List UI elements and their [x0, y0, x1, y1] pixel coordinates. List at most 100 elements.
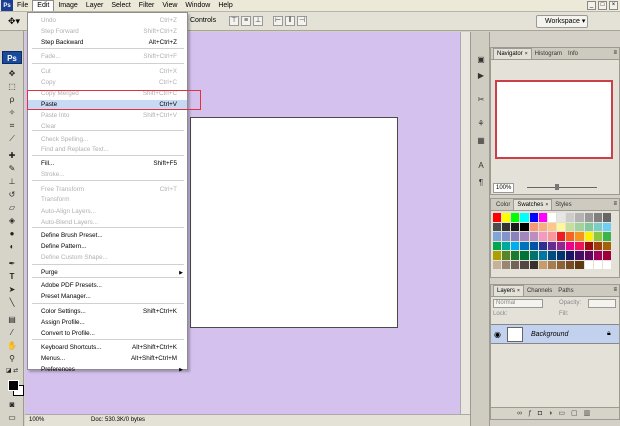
color-swatch[interactable]: [547, 222, 557, 231]
link-layers-icon[interactable]: ∞: [517, 410, 528, 417]
color-swatch[interactable]: [575, 232, 584, 241]
slice-tool-icon[interactable]: ⟋: [6, 133, 18, 144]
tool-presets-icon[interactable]: ✂: [475, 94, 487, 106]
color-swatch[interactable]: [538, 213, 547, 222]
align-right-icon[interactable]: ⊣: [297, 16, 307, 26]
color-swatch[interactable]: [575, 222, 584, 231]
edit-menu-item[interactable]: Adobe PDF Presets...: [28, 281, 187, 291]
crop-tool-icon[interactable]: ⌗: [6, 120, 18, 131]
color-swatch[interactable]: [557, 241, 566, 250]
color-swatch[interactable]: [584, 213, 593, 222]
color-swatch[interactable]: [520, 222, 529, 231]
document-canvas[interactable]: [190, 117, 398, 328]
zoom-tool-icon[interactable]: ⚲: [6, 353, 18, 364]
color-swatch[interactable]: [602, 232, 611, 241]
panel-menu-icon[interactable]: ≡: [613, 50, 617, 56]
move-tool-preset-icon[interactable]: ✥▾: [8, 16, 20, 27]
color-swatch[interactable]: [538, 251, 547, 260]
workspace-button[interactable]: Workspace ▾: [536, 15, 588, 28]
swap-colors-icon[interactable]: ◪ ⇄: [2, 366, 22, 377]
color-swatch[interactable]: [502, 232, 511, 241]
blur-tool-icon[interactable]: ●: [6, 228, 18, 239]
color-swatch[interactable]: [602, 260, 611, 269]
menu-help[interactable]: Help: [214, 0, 236, 12]
screen-mode-icon[interactable]: ▭: [6, 412, 18, 423]
color-swatch[interactable]: [493, 232, 502, 241]
tab-info[interactable]: Info: [565, 49, 581, 59]
align-vcenter-icon[interactable]: ≡: [241, 16, 251, 26]
dodge-tool-icon[interactable]: ◐: [6, 241, 18, 252]
visibility-eye-icon[interactable]: ◉: [494, 330, 501, 339]
history-panel-icon[interactable]: ▦: [475, 135, 487, 147]
color-swatch[interactable]: [593, 241, 602, 250]
minimize-icon[interactable]: _: [587, 1, 596, 10]
color-swatch[interactable]: [575, 251, 584, 260]
healing-brush-tool-icon[interactable]: ✚: [6, 150, 18, 161]
color-swatch[interactable]: [502, 260, 511, 269]
color-swatch[interactable]: [593, 260, 602, 269]
color-swatch[interactable]: [547, 260, 557, 269]
character-panel-icon[interactable]: A: [475, 160, 487, 172]
color-swatch[interactable]: [538, 232, 547, 241]
edit-menu-item[interactable]: Color Settings... Shift+Ctrl+K: [28, 307, 187, 317]
color-swatch[interactable]: [538, 222, 547, 231]
pen-tool-icon[interactable]: ✒: [6, 258, 18, 269]
menu-filter[interactable]: Filter: [135, 0, 159, 12]
color-swatch[interactable]: [493, 241, 502, 250]
color-swatch[interactable]: [511, 232, 520, 241]
layer-style-icon[interactable]: ƒ: [528, 410, 538, 417]
tab-histogram[interactable]: Histogram: [532, 49, 565, 59]
edit-menu-item[interactable]: Keyboard Shortcuts... Alt+Shift+Ctrl+K: [28, 343, 187, 353]
color-swatch[interactable]: [557, 222, 566, 231]
color-swatch[interactable]: [584, 241, 593, 250]
menu-image[interactable]: Image: [54, 0, 81, 12]
navigator-zoom-field[interactable]: 100%: [493, 183, 515, 193]
opacity-field[interactable]: [588, 299, 616, 308]
color-swatch[interactable]: [575, 241, 584, 250]
move-tool-icon[interactable]: ✥: [6, 68, 18, 79]
edit-menu-item[interactable]: Preferences ▶: [28, 365, 187, 375]
layer-name[interactable]: Background: [531, 331, 568, 338]
color-swatch[interactable]: [593, 251, 602, 260]
delete-layer-icon[interactable]: ▥: [584, 410, 597, 417]
color-swatch[interactable]: [520, 241, 529, 250]
color-swatch[interactable]: [502, 222, 511, 231]
color-swatch[interactable]: [502, 241, 511, 250]
notes-tool-icon[interactable]: ▤: [6, 314, 18, 325]
status-zoom[interactable]: 100%: [29, 415, 44, 426]
color-swatch[interactable]: [566, 232, 575, 241]
color-swatch[interactable]: [584, 222, 593, 231]
color-swatch[interactable]: [547, 213, 557, 222]
align-left-icon[interactable]: ⊢: [273, 16, 283, 26]
new-group-icon[interactable]: ▭: [558, 410, 571, 417]
color-swatch[interactable]: [520, 260, 529, 269]
edit-menu-item[interactable]: Define Brush Preset...: [28, 231, 187, 241]
actions-panel-icon[interactable]: ▶: [475, 70, 487, 82]
color-swatch[interactable]: [511, 222, 520, 231]
color-swatch[interactable]: [566, 241, 575, 250]
edit-menu-item[interactable]: Step Backward Alt+Ctrl+Z: [28, 38, 187, 48]
edit-menu-item[interactable]: Preset Manager...: [28, 292, 187, 302]
panel-menu-icon[interactable]: ≡: [613, 287, 617, 293]
close-tab-icon[interactable]: ×: [517, 288, 520, 294]
menu-view[interactable]: View: [158, 0, 181, 12]
color-swatch[interactable]: [547, 251, 557, 260]
paint-bucket-tool-icon[interactable]: ◈: [6, 215, 18, 226]
color-swatch[interactable]: [529, 260, 538, 269]
color-swatch[interactable]: [602, 241, 611, 250]
color-swatch[interactable]: [529, 232, 538, 241]
navigator-zoom-slider[interactable]: [527, 187, 597, 188]
edit-menu-item[interactable]: Define Pattern...: [28, 242, 187, 252]
navigator-zoom-knob[interactable]: [555, 184, 559, 190]
paragraph-panel-icon[interactable]: ¶: [475, 177, 487, 189]
color-swatch[interactable]: [511, 213, 520, 222]
color-swatch[interactable]: [557, 232, 566, 241]
lasso-tool-icon[interactable]: ρ: [6, 94, 18, 105]
close-icon[interactable]: ×: [609, 1, 618, 10]
restore-icon[interactable]: □: [598, 1, 607, 10]
color-swatch[interactable]: [566, 213, 575, 222]
color-swatch[interactable]: [557, 213, 566, 222]
quick-mask-icon[interactable]: ◙: [6, 399, 18, 410]
menu-layer[interactable]: Layer: [82, 0, 108, 12]
color-swatch[interactable]: [529, 251, 538, 260]
